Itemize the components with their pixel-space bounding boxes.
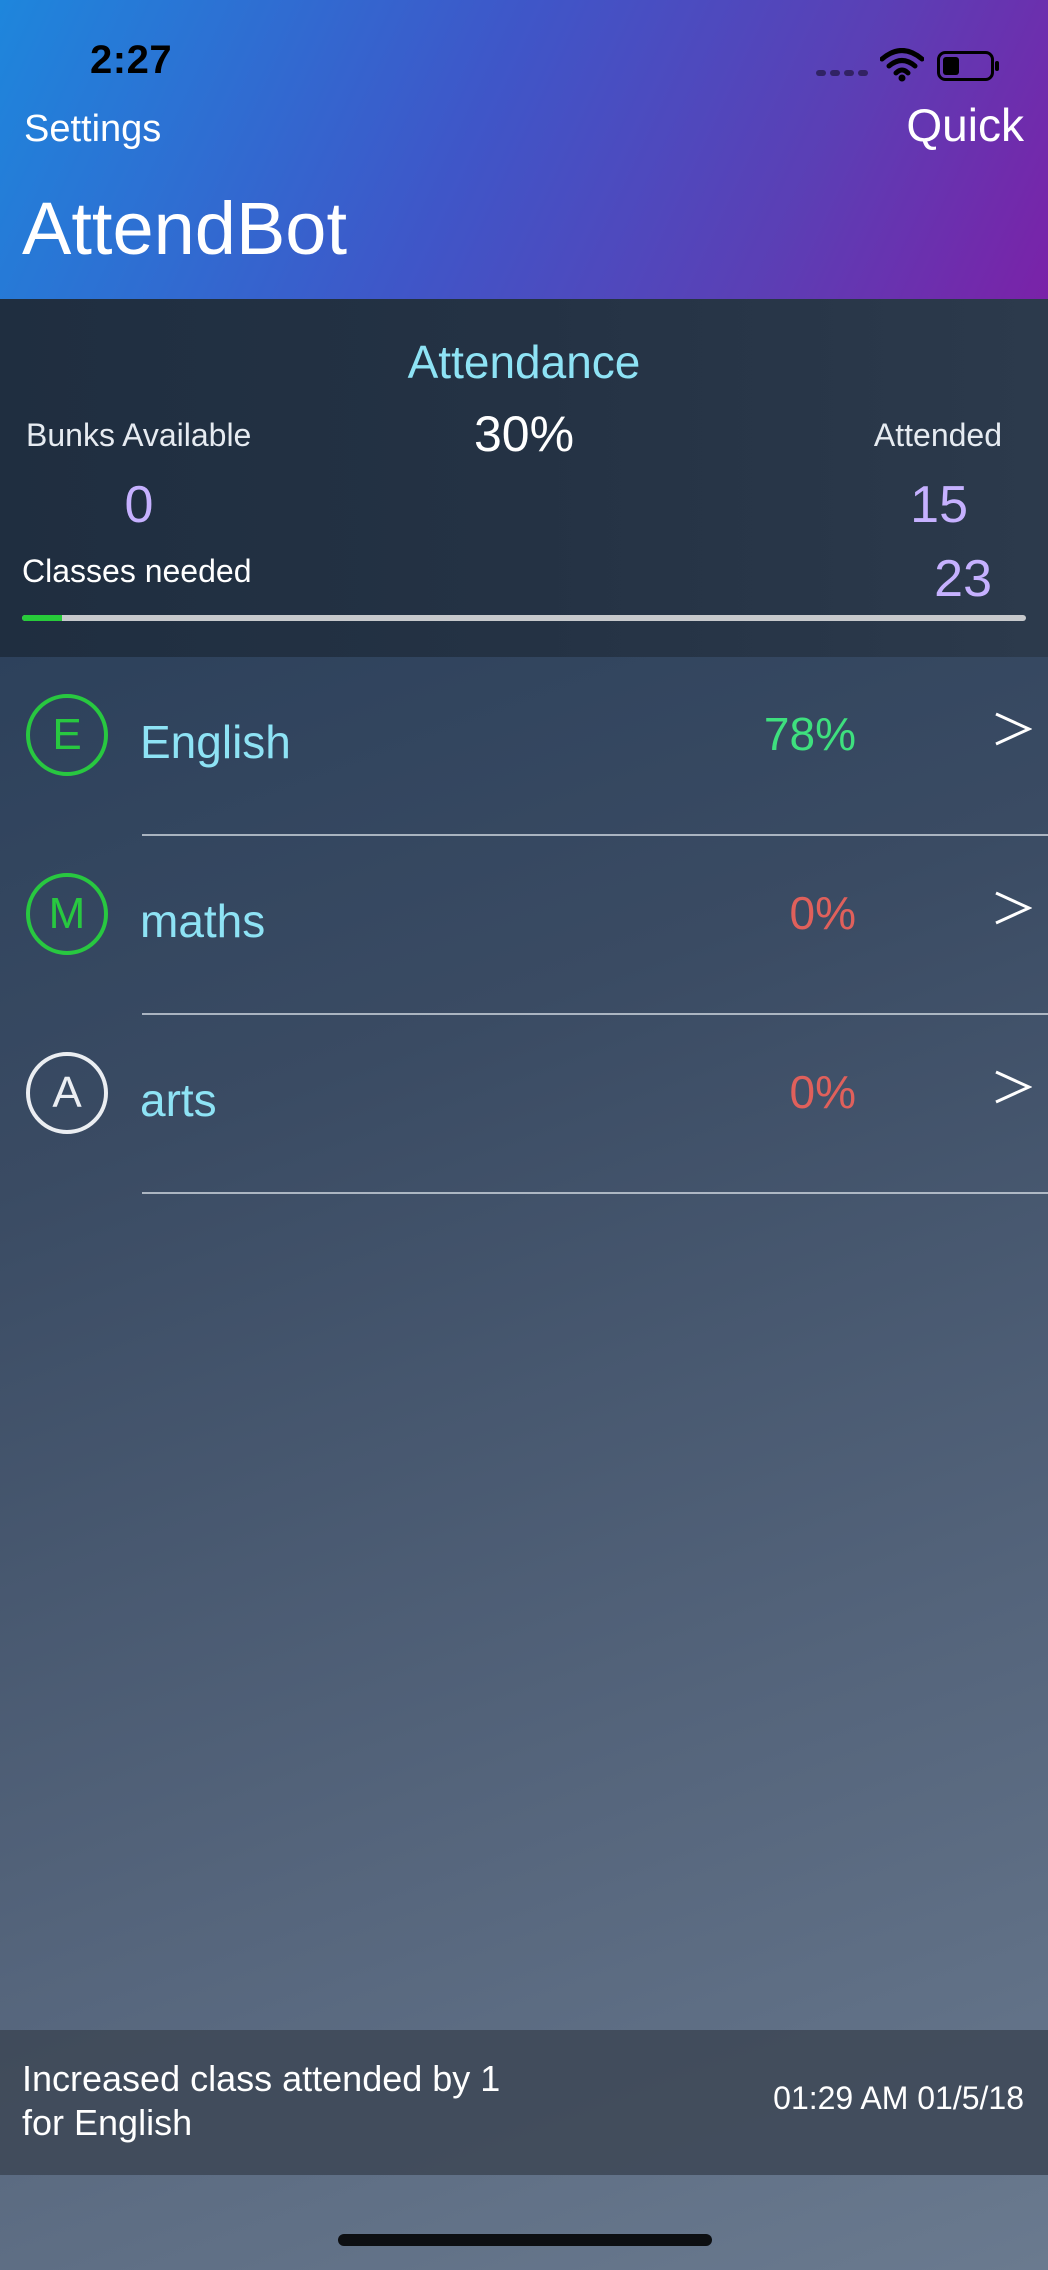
status-bar-indicators	[808, 44, 1048, 84]
subject-avatar: E	[26, 694, 108, 776]
subject-list: E English 78% M maths 0% A arts 0%	[0, 657, 1048, 1194]
cellular-signal-icon	[816, 70, 870, 76]
attendance-progress-bar	[22, 615, 1026, 621]
subject-row-maths[interactable]: M maths 0%	[0, 836, 1048, 1015]
subject-row-arts[interactable]: A arts 0%	[0, 1015, 1048, 1194]
settings-button[interactable]: Settings	[24, 108, 161, 151]
quick-button[interactable]: Quick	[906, 98, 1024, 152]
app-screen: 2:27 Settings Quick AttendBot Attendance…	[0, 0, 1048, 2270]
log-message: Increased class attended by 1 for Englis…	[22, 2057, 582, 2145]
chevron-right-icon[interactable]	[994, 1069, 1032, 1105]
attendance-summary: Attendance 30% Bunks Available 0 Attende…	[0, 299, 1048, 657]
attended-label: Attended	[873, 417, 1002, 453]
subject-percentage: 0%	[789, 1066, 856, 1118]
battery-icon	[937, 51, 999, 81]
classes-needed-value: 23	[934, 550, 992, 608]
subject-percentage: 78%	[763, 708, 856, 760]
row-divider	[142, 1192, 1048, 1194]
wifi-icon	[880, 48, 924, 82]
bunks-available-value: 0	[124, 476, 154, 534]
subject-avatar: A	[26, 1052, 108, 1134]
log-message-line: for English	[22, 2102, 193, 2143]
chevron-right-icon[interactable]	[994, 890, 1032, 926]
log-message-line: Increased class attended by 1	[22, 2058, 501, 2099]
chevron-right-icon[interactable]	[994, 711, 1032, 747]
status-bar-time: 2:27	[90, 38, 173, 82]
classes-needed-label: Classes needed	[22, 553, 252, 589]
activity-log-banner: Increased class attended by 1 for Englis…	[0, 2030, 1048, 2175]
app-header: 2:27 Settings Quick AttendBot	[0, 0, 1048, 299]
subject-name: maths	[140, 895, 266, 947]
attended-value: 15	[910, 476, 968, 534]
subject-name: English	[140, 716, 291, 768]
subject-name: arts	[140, 1074, 217, 1126]
progress-bar-fill	[22, 615, 63, 621]
bunks-available-label: Bunks Available	[26, 417, 252, 453]
log-timestamp: 01:29 AM 01/5/18	[773, 2080, 1024, 2116]
subject-avatar: M	[26, 873, 108, 955]
subject-percentage: 0%	[789, 887, 856, 939]
subject-row-english[interactable]: E English 78%	[0, 657, 1048, 836]
attendance-label: Attendance	[407, 336, 641, 388]
page-title: AttendBot	[22, 187, 348, 270]
home-indicator[interactable]	[338, 2234, 712, 2246]
